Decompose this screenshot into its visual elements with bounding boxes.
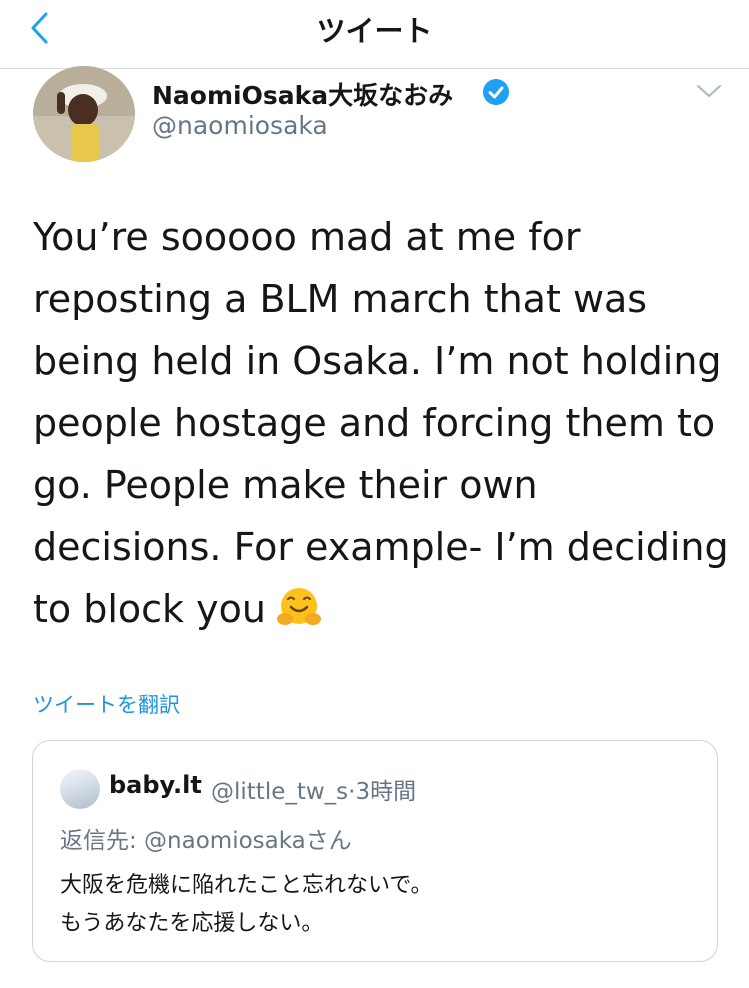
avatar-image xyxy=(33,66,135,162)
author-name[interactable]: NaomiOsaka大坂なおみ xyxy=(152,76,453,112)
avatar[interactable] xyxy=(33,66,135,162)
quoted-tweet-card[interactable]: baby.lt @little_tw_s·3時間 返信先: @naomiosak… xyxy=(32,740,718,962)
chevron-down-icon[interactable] xyxy=(692,78,726,104)
translate-tweet-link[interactable]: ツイートを翻訳 xyxy=(33,689,180,719)
tweet-text-container: You’re sooooo mad at me for reposting a … xyxy=(33,206,733,640)
tweet-text: You’re sooooo mad at me for reposting a … xyxy=(33,215,729,631)
quoted-author-name: baby.lt xyxy=(109,771,202,799)
quoted-meta: @little_tw_s·3時間 xyxy=(211,772,416,806)
page-title: ツイート xyxy=(316,14,433,48)
quoted-author-handle: @little_tw_s xyxy=(211,779,349,805)
hugging-face-emoji xyxy=(276,588,321,625)
nav-header: ツイート xyxy=(0,0,749,69)
quoted-reply-to: 返信先: @naomiosakaさん xyxy=(60,828,352,854)
quoted-text-line: 大阪を危機に陥れたこと忘れないで。 xyxy=(60,873,433,898)
quoted-avatar xyxy=(60,769,100,809)
quoted-tweet-text: 大阪を危機に陥れたこと忘れないで。 もうあなたを応援しない。 xyxy=(60,867,432,943)
author-handle[interactable]: @naomiosaka xyxy=(152,111,328,140)
quoted-time: 3時間 xyxy=(355,779,417,805)
verified-badge-icon xyxy=(483,79,509,105)
quoted-text-line: もうあなたを応援しない。 xyxy=(60,911,324,936)
